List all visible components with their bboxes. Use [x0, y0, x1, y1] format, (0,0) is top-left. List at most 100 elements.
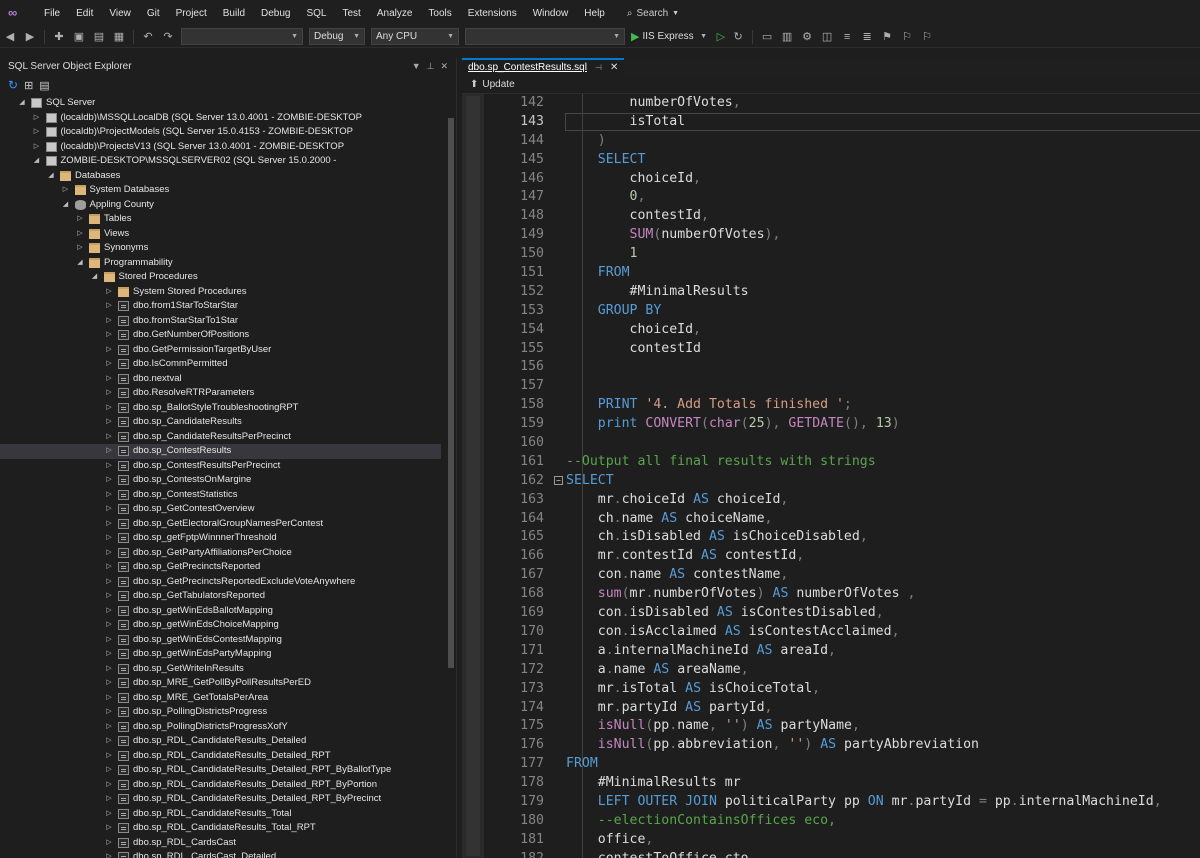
collapsed-arrow-icon[interactable]: ▷ [105, 488, 113, 503]
update-button[interactable]: Update [482, 79, 514, 90]
code-line[interactable]: 146 choiceId, [484, 170, 1200, 189]
code-line[interactable]: 167 con.name AS contestName, [484, 566, 1200, 585]
hot-reload-icon[interactable]: ↻ [730, 29, 746, 45]
tab-sp-contest-results[interactable]: dbo.sp_ContestResults.sql ⊣ ✕ [462, 58, 625, 74]
code-line[interactable]: 143 isTotal [484, 112, 1200, 132]
tree-node[interactable]: ◢ SQL Server [0, 96, 441, 111]
tree-node[interactable]: ▷ (localdb)\MSSQLLocalDB (SQL Server 13.0… [0, 111, 441, 126]
tree-node[interactable]: ▷ dbo.IsCommPermitted [0, 357, 441, 372]
tree-node[interactable]: ◢ Programmability [0, 256, 441, 271]
code-line[interactable]: 180 --electionContainsOffices eco, [484, 812, 1200, 831]
tree-node[interactable]: ▷ dbo.GetNumberOfPositions [0, 328, 441, 343]
collapsed-arrow-icon[interactable]: ▷ [76, 241, 84, 256]
menu-sql[interactable]: SQL [298, 8, 334, 19]
tree-node[interactable]: ◢ ZOMBIE-DESKTOP\MSSQLSERVER02 (SQL Serve… [0, 154, 441, 169]
code-line[interactable]: 176 isNull(pp.abbreviation, '') AS party… [484, 736, 1200, 755]
filter-icon[interactable]: ▤ [39, 79, 49, 92]
menu-debug[interactable]: Debug [253, 8, 298, 19]
new-project-icon[interactable]: ✚ [51, 29, 67, 45]
collapsed-arrow-icon[interactable]: ▷ [105, 604, 113, 619]
collapsed-arrow-icon[interactable]: ▷ [105, 343, 113, 358]
code-line[interactable]: 181 office, [484, 831, 1200, 850]
run-icon[interactable]: ▶ [631, 30, 639, 43]
code-line[interactable]: 164 ch.name AS choiceName, [484, 510, 1200, 529]
tree-node[interactable]: ▷ dbo.GetPermissionTargetByUser [0, 343, 441, 358]
code-line[interactable]: 154 choiceId, [484, 321, 1200, 340]
tree-node[interactable]: ▷ dbo.sp_getFptpWinnnerThreshold [0, 531, 441, 546]
tree-node[interactable]: ▷ dbo.sp_RDL_CardsCast [0, 836, 441, 851]
tree-node[interactable]: ▷ dbo.sp_getWinEdsPartyMapping [0, 647, 441, 662]
collapsed-arrow-icon[interactable]: ▷ [105, 633, 113, 648]
tree-node[interactable]: ▷ dbo.sp_getWinEdsContestMapping [0, 633, 441, 648]
collapsed-arrow-icon[interactable]: ▷ [105, 763, 113, 778]
expanded-arrow-icon[interactable]: ◢ [62, 198, 70, 213]
collapsed-arrow-icon[interactable]: ▷ [105, 473, 113, 488]
collapsed-arrow-icon[interactable]: ▷ [105, 589, 113, 604]
code-line[interactable]: 173 mr.isTotal AS isChoiceTotal, [484, 680, 1200, 699]
collapsed-arrow-icon[interactable]: ▷ [33, 125, 41, 140]
save-icon[interactable]: ▤ [91, 29, 107, 45]
collapsed-arrow-icon[interactable]: ▷ [76, 212, 84, 227]
code-line[interactable]: 175 isNull(pp.name, '') AS partyName, [484, 717, 1200, 736]
tree-node[interactable]: ▷ dbo.sp_ContestResults [0, 444, 441, 459]
code-line[interactable]: 162− SELECT [484, 472, 1200, 491]
code-line[interactable]: 144 ) [484, 132, 1200, 151]
tree-node[interactable]: ▷ dbo.sp_GetPrecinctsReported [0, 560, 441, 575]
tree-node[interactable]: ▷ dbo.sp_RDL_CandidateResults_Detailed_RP… [0, 763, 441, 778]
bookmark-icon[interactable]: ◫ [819, 29, 835, 45]
tree-node[interactable]: ▷ dbo.sp_getWinEdsChoiceMapping [0, 618, 441, 633]
tree-node[interactable]: ▷ dbo.sp_PollingDistrictsProgressXofY [0, 720, 441, 735]
pin-icon[interactable]: ⊥ [427, 61, 435, 72]
code-area[interactable]: 142 numberOfVotes, 143 isTotal 144 ) 145 SE… [484, 94, 1200, 858]
chevron-down-icon[interactable]: ▼ [412, 61, 421, 72]
outdent-icon[interactable]: ≣ [859, 29, 875, 45]
tree-node[interactable]: ▷ dbo.sp_MRE_GetPollByPollResultsPerED [0, 676, 441, 691]
tree-node[interactable]: ▷ dbo.sp_GetWriteInResults [0, 662, 441, 677]
tree-node[interactable]: ◢ Appling County [0, 198, 441, 213]
code-line[interactable]: 163 mr.choiceId AS choiceId, [484, 491, 1200, 510]
close-icon[interactable]: ✕ [440, 61, 448, 72]
code-line[interactable]: 174 mr.partyId AS partyId, [484, 699, 1200, 718]
collapsed-arrow-icon[interactable]: ▷ [105, 401, 113, 416]
layout-icon[interactable]: ▥ [779, 29, 795, 45]
collapsed-arrow-icon[interactable]: ▷ [105, 372, 113, 387]
tree-node[interactable]: ▷ dbo.from1StarToStarStar [0, 299, 441, 314]
explorer-scrollbar[interactable] [447, 96, 455, 858]
collapsed-arrow-icon[interactable]: ▷ [105, 734, 113, 749]
collapsed-arrow-icon[interactable]: ▷ [105, 676, 113, 691]
expanded-arrow-icon[interactable]: ◢ [47, 169, 55, 184]
collapsed-arrow-icon[interactable]: ▷ [62, 183, 70, 198]
collapsed-arrow-icon[interactable]: ▷ [105, 618, 113, 633]
expanded-arrow-icon[interactable]: ◢ [33, 154, 41, 169]
collapsed-arrow-icon[interactable]: ▷ [105, 691, 113, 706]
code-line[interactable]: 172 a.name AS areaName, [484, 661, 1200, 680]
tree-node[interactable]: ▷ dbo.sp_BallotStyleTroubleshootingRPT [0, 401, 441, 416]
code-line[interactable]: 177 FROM [484, 755, 1200, 774]
menu-view[interactable]: View [101, 8, 139, 19]
code-line[interactable]: 147 0, [484, 188, 1200, 207]
tree-node[interactable]: ▷ dbo.sp_CandidateResultsPerPrecinct [0, 430, 441, 445]
toolbox-icon[interactable]: ▭ [759, 29, 775, 45]
collapsed-arrow-icon[interactable]: ▷ [105, 502, 113, 517]
code-line[interactable]: 166 mr.contestId AS contestId, [484, 547, 1200, 566]
code-line[interactable]: 169 con.isDisabled AS isContestDisabled, [484, 604, 1200, 623]
collapse-region-icon[interactable]: − [554, 475, 563, 485]
collapsed-arrow-icon[interactable]: ▷ [105, 444, 113, 459]
collapsed-arrow-icon[interactable]: ▷ [105, 386, 113, 401]
open-folder-icon[interactable]: ▣ [71, 29, 87, 45]
forward-icon[interactable]: ▶ [22, 29, 38, 45]
tree-node[interactable]: ▷ Tables [0, 212, 441, 227]
menu-project[interactable]: Project [168, 8, 215, 19]
collapsed-arrow-icon[interactable]: ▷ [105, 430, 113, 445]
tree-node[interactable]: ▷ dbo.sp_GetPartyAffiliationsPerChoice [0, 546, 441, 561]
code-line[interactable]: 152 #MinimalResults [484, 283, 1200, 302]
chevron-down-icon[interactable]: ▼ [696, 29, 712, 45]
code-line[interactable]: 165 ch.isDisabled AS isChoiceDisabled, [484, 528, 1200, 547]
menu-tools[interactable]: Tools [420, 8, 459, 19]
collapsed-arrow-icon[interactable]: ▷ [105, 821, 113, 836]
close-icon[interactable]: ✕ [610, 62, 618, 73]
collapsed-arrow-icon[interactable]: ▷ [105, 357, 113, 372]
code-line[interactable]: 149 SUM(numberOfVotes), [484, 226, 1200, 245]
tree-node[interactable]: ▷ dbo.sp_GetTabulatorsReported [0, 589, 441, 604]
tree-node[interactable]: ▷ dbo.sp_RDL_CardsCast_Detailed [0, 850, 441, 858]
